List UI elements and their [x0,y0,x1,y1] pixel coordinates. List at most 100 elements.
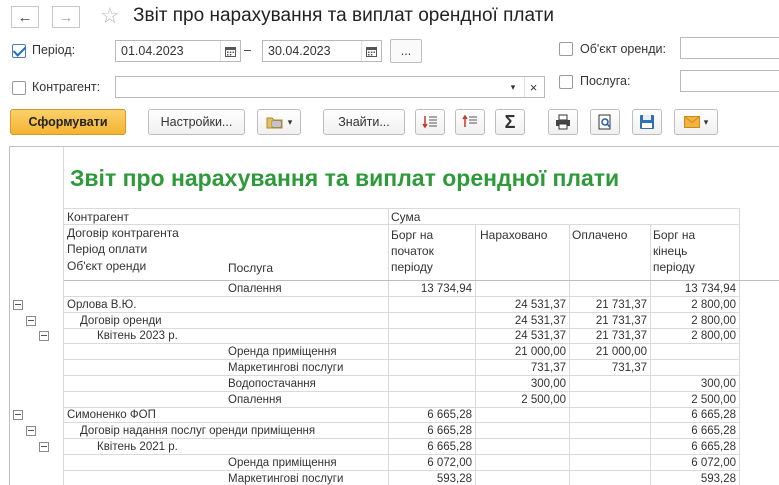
header-debt-end: Борг на кінець періоду [653,227,695,275]
row-debt-end: 2 800,00 [691,298,736,311]
row-group-name: Квітень 2023 р. [97,330,178,343]
header-debt-end-line: періоду [653,260,695,274]
row-debt-end: 2 500,00 [691,393,736,406]
header-object: Об'єкт оренди [67,259,147,273]
row-paid: 21 731,37 [595,314,647,327]
collapse-group-icon[interactable] [39,442,49,452]
report-row[interactable]: Симоненко ФОП 6 665,28 6 665,28 [10,407,779,424]
service-label: Послуга: [580,74,631,88]
dropdown-arrow-icon[interactable]: ▾ [504,77,522,97]
sum-button[interactable]: Σ [495,109,525,135]
row-debt-end: 2 800,00 [691,314,736,327]
header-debt-start-line: Борг на [391,228,434,242]
date-from-value: 01.04.2023 [121,44,184,58]
print-preview-icon [598,114,611,130]
report-row[interactable]: Оренда приміщення 6 072,00 6 072,00 [10,454,779,471]
report-title: Звіт про нарахування та виплат орендної … [70,165,620,191]
object-checkbox[interactable] [559,42,573,56]
row-group-name: Договір надання послуг оренди приміщення [80,425,316,438]
header-debt-end-line: Борг на [653,228,696,242]
row-debt-start: 13 734,94 [420,283,472,295]
row-debt-start: 6 665,28 [427,441,472,453]
window-title: Звіт про нарахування та виплат орендної … [133,5,554,26]
date-to-value: 30.04.2023 [268,44,331,58]
report-row[interactable]: Опалення 2 500,00 2 500,00 [10,391,779,408]
row-debt-end: 593,28 [700,472,736,485]
report-row[interactable]: Квітень 2021 р. 6 665,28 6 665,28 [10,439,779,455]
service-field[interactable] [680,70,779,92]
report-row[interactable]: Маркетингові послуги 593,28 593,28 [10,470,779,485]
report-spreadsheet[interactable]: Звіт про нарахування та виплат орендної … [9,146,779,485]
date-to-field[interactable]: 30.04.2023 [262,40,382,62]
folder-report-icon [266,117,283,129]
row-accrued: 21 000,00 [514,346,566,359]
row-debt-start: 6 072,00 [427,456,472,469]
arrow-right-icon: → [58,8,74,26]
chevron-down-icon: ▾ [703,116,709,127]
row-debt-end: 6 665,28 [691,425,736,438]
contractor-field[interactable]: ▾ × [115,76,545,98]
row-debt-start: 6 665,28 [427,425,472,438]
row-paid: 21 000,00 [595,346,647,359]
period-select-button[interactable]: ... [390,39,422,63]
object-field[interactable] [680,37,779,59]
contractor-checkbox[interactable] [12,81,26,95]
preview-button[interactable] [590,109,620,135]
arrow-left-icon: ← [17,8,33,26]
save-button[interactable] [632,109,662,135]
send-email-button[interactable]: ▾ [674,109,718,135]
chevron-down-icon: ▾ [287,116,293,127]
row-group-name: Орлова В.Ю. [67,298,137,311]
date-from-field[interactable]: 01.04.2023 [115,40,241,62]
row-group-name: Симоненко ФОП [67,409,156,422]
favorite-star-icon[interactable]: ☆ [100,3,120,29]
calendar-from-icon[interactable] [220,41,240,61]
row-debt-end: 6 072,00 [691,456,736,469]
collapse-all-button[interactable] [455,109,485,135]
period-checkbox[interactable] [12,44,26,58]
collapse-groups-icon [462,114,477,127]
header-accrued: Нараховано [480,228,548,242]
back-button[interactable]: ← [11,6,39,28]
report-row[interactable]: Оренда приміщення 21 000,00 21 000,00 [10,344,779,361]
report-row[interactable]: Договір оренди 24 531,37 21 731,37 2 800,00 [10,312,779,329]
collapse-group-icon[interactable] [39,331,49,342]
row-debt-start: 593,28 [436,472,472,485]
row-service: Маркетингові послуги [228,472,344,485]
service-checkbox[interactable] [559,75,573,89]
find-button[interactable]: Знайти... [323,109,405,135]
envelope-icon [683,116,700,128]
print-button[interactable] [548,109,578,135]
report-row[interactable]: Опалення 13 734,94 13 734,94 [10,281,779,297]
calendar-to-icon[interactable] [361,41,381,61]
forward-button[interactable]: → [52,6,80,28]
row-debt-end: 2 800,00 [691,330,736,343]
report-row[interactable]: Орлова В.Ю. 24 531,37 21 731,37 2 800,00 [10,296,779,313]
settings-button[interactable]: Настройки... [148,109,245,135]
row-group-name: Квітень 2021 р. [97,441,178,453]
row-group-name: Договір оренди [80,314,162,327]
floppy-disk-icon [640,115,654,129]
collapse-group-icon[interactable] [13,299,23,310]
header-paid: Оплачено [572,228,628,242]
report-row[interactable]: Договір надання послуг оренди приміщення… [10,423,779,440]
report-row[interactable]: Квітень 2023 р. 24 531,37 21 731,37 2 800,0… [10,328,779,345]
row-accrued: 24 531,37 [514,314,566,327]
row-debt-end: 13 734,94 [684,283,736,295]
report-row[interactable]: Водопостачання 300,00 300,00 [10,375,779,392]
clear-icon[interactable]: × [524,77,542,97]
report-row[interactable]: Маркетингові послуги 731,37 731,37 [10,360,779,376]
row-service: Оренда приміщення [228,346,337,359]
collapse-group-icon[interactable] [26,426,36,437]
header-debt-end-line: кінець [653,244,688,258]
collapse-group-icon[interactable] [26,315,36,326]
row-debt-start: 6 665,28 [427,409,472,422]
generate-button[interactable]: Сформувати [10,109,126,135]
expand-all-button[interactable] [415,109,445,135]
row-accrued: 24 531,37 [514,330,566,343]
collapse-group-icon[interactable] [13,410,23,421]
header-sum: Сума [391,210,421,224]
variants-button[interactable]: ▾ [257,109,301,135]
row-service: Маркетингові послуги [228,362,344,374]
header-debt-start-line: періоду [391,260,433,274]
